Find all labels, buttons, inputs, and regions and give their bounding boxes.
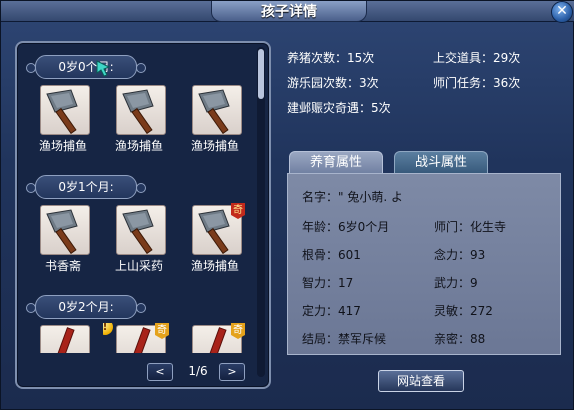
prev-page-button[interactable]: <: [147, 363, 173, 381]
child-name: 名字：" 兔小萌. よ: [302, 190, 403, 204]
hammer-icon: [40, 205, 90, 255]
hammer-icon: [40, 85, 90, 135]
tab-nurture[interactable]: 养育属性: [289, 151, 383, 174]
scrollbar[interactable]: [257, 47, 265, 377]
hammer-icon: [192, 85, 242, 135]
activity-name: 书香斋: [44, 259, 81, 273]
hammer-icon: [116, 85, 166, 135]
activity-name: 渔场捕鱼: [190, 259, 239, 273]
activity-item[interactable]: [27, 323, 99, 353]
brush-icon: [40, 325, 90, 353]
title-bar[interactable]: 孩子详情 ✕: [1, 1, 574, 23]
attr-intimacy: 亲密：88: [434, 332, 486, 346]
activity-item[interactable]: 奇: [179, 323, 251, 353]
activity-item[interactable]: 奇 渔场捕鱼: [179, 203, 251, 277]
activity-item[interactable]: 渔场捕鱼: [179, 83, 251, 157]
activity-name: 上山采药: [114, 259, 163, 273]
stat-park: 游乐园次数：3次: [287, 76, 379, 90]
attr-intel: 智力：17: [302, 276, 354, 290]
age-label-1: 0岁1个月:: [26, 175, 146, 199]
activity-item[interactable]: 渔场捕鱼: [103, 83, 175, 157]
attr-agility: 灵敏：272: [434, 304, 493, 318]
activity-name: 渔场捕鱼: [190, 139, 239, 153]
dialog-window: 孩子详情 ✕ 0岁0个月: 渔场捕鱼 渔场捕鱼 渔场捕鱼 0岁1个月: 书香斋 …: [0, 0, 574, 410]
activity-item[interactable]: ! 奇: [103, 323, 175, 353]
age-label-2: 0岁2个月:: [26, 295, 146, 319]
attr-root: 根骨：601: [302, 248, 361, 262]
attr-focus: 定力：417: [302, 304, 361, 318]
attr-mind: 念力：93: [434, 248, 486, 262]
child-school: 师门：化生寺: [434, 220, 507, 234]
website-view-button[interactable]: 网站查看: [378, 370, 464, 392]
tab-combat[interactable]: 战斗属性: [394, 151, 488, 174]
title-plate: 孩子详情: [211, 1, 367, 22]
attr-force: 武力：9: [434, 276, 478, 290]
alert-icon: !: [103, 323, 113, 335]
activity-item[interactable]: 渔场捕鱼: [27, 83, 99, 157]
activity-item[interactable]: 上山采药: [103, 203, 175, 277]
page-indicator: 1/6: [188, 364, 208, 378]
close-button[interactable]: ✕: [551, 1, 573, 23]
hammer-icon: [116, 205, 166, 255]
stat-event: 建邺赈灾奇遇：5次: [287, 101, 391, 115]
next-page-button[interactable]: >: [219, 363, 245, 381]
activity-name: 渔场捕鱼: [114, 139, 163, 153]
stat-sect: 师门任务：36次: [433, 76, 521, 90]
activity-panel: 0岁0个月: 渔场捕鱼 渔场捕鱼 渔场捕鱼 0岁1个月: 书香斋 上山采药 奇 …: [15, 41, 271, 389]
attribute-panel: 名字：" 兔小萌. よ 年龄：6岁0个月 师门：化生寺 根骨：601 念力：93…: [287, 173, 561, 355]
attr-ending: 结局：禁军斥候: [302, 332, 387, 346]
activity-item[interactable]: 书香斋: [27, 203, 99, 277]
scrollbar-thumb[interactable]: [258, 49, 264, 99]
window-title: 孩子详情: [261, 4, 317, 20]
activity-name: 渔场捕鱼: [38, 139, 87, 153]
child-age: 年龄：6岁0个月: [302, 220, 390, 234]
stat-pig: 养猪次数：15次: [287, 51, 375, 65]
age-label-0: 0岁0个月:: [26, 55, 146, 79]
cursor-icon: [95, 59, 113, 77]
stat-turnin: 上交道具：29次: [433, 51, 521, 65]
